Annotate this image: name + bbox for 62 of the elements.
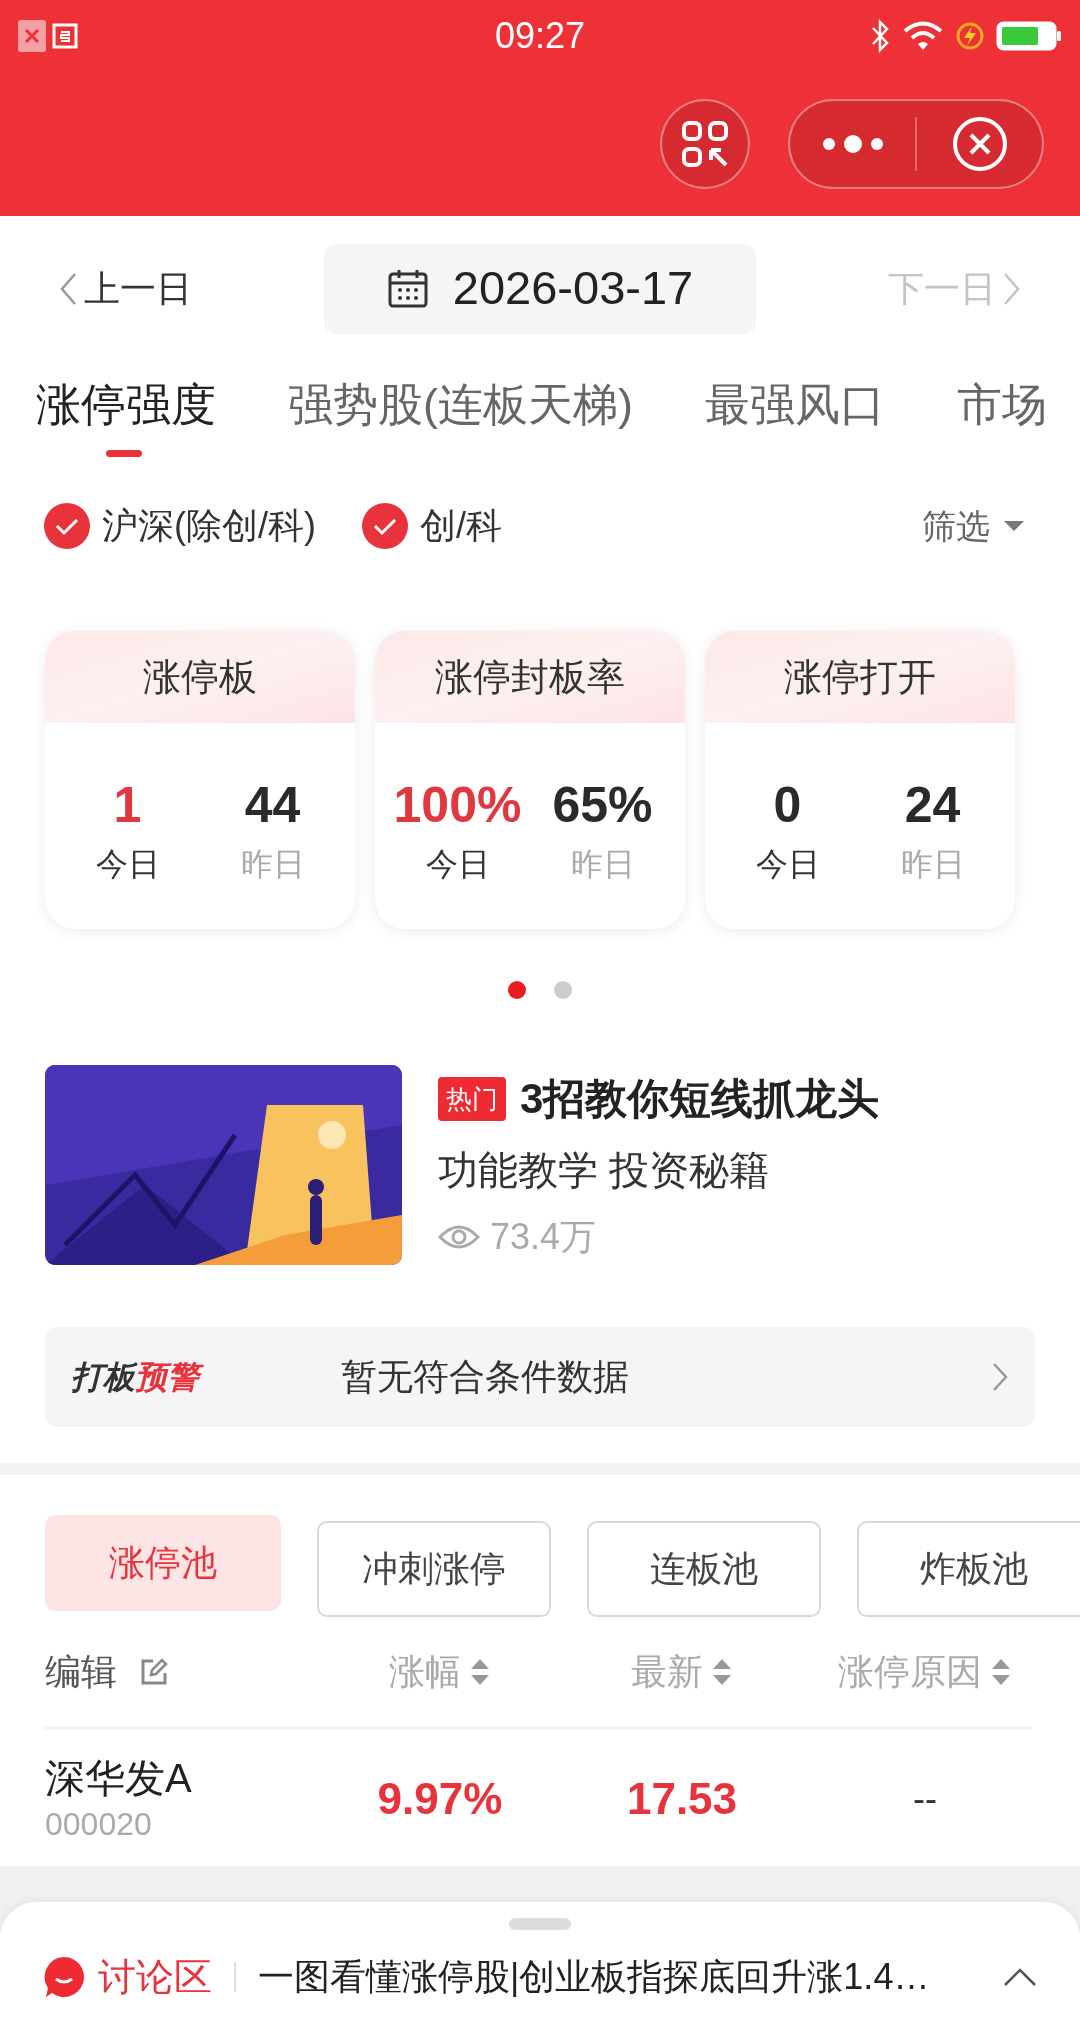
eye-icon: [438, 1223, 480, 1251]
filter-checkbox[interactable]: 创/科: [362, 499, 502, 553]
drag-handle[interactable]: [509, 1918, 571, 1930]
pool-tab[interactable]: 涨停池: [45, 1515, 281, 1611]
stock-code: 000020: [45, 1805, 153, 1844]
stat-value: 100%: [393, 776, 522, 835]
pool-tab[interactable]: 连板池: [587, 1521, 821, 1617]
tab[interactable]: 市场: [957, 377, 1047, 457]
stat-value: 65%: [552, 776, 653, 835]
scan-icon: [681, 120, 729, 168]
article-title: 3招教你短线抓龙头: [520, 1074, 880, 1124]
article-card[interactable]: 热门 3招教你短线抓龙头 功能教学 投资秘籍 73.4万: [0, 1035, 1080, 1269]
tab[interactable]: 强势股(连板天梯): [288, 377, 633, 457]
app-notification-icon: [18, 20, 46, 52]
screenshot-icon: [50, 21, 80, 51]
change-cell-text: 9.97%: [376, 1773, 504, 1825]
charging-icon: [956, 22, 984, 50]
pool-tab[interactable]: 炸板池: [857, 1521, 1080, 1617]
stat-value: 44: [244, 776, 301, 835]
hot-tag: 热门: [438, 1076, 506, 1121]
price-cell-text: 17.53: [625, 1773, 739, 1825]
article-subtitle: 功能教学 投资秘籍: [438, 1147, 771, 1194]
filter-button[interactable]: 筛选: [922, 500, 1036, 552]
status-time: 09:27: [494, 14, 586, 58]
card-title: 涨停板: [143, 654, 257, 700]
alert-message: 暂无符合条件数据: [341, 1355, 630, 1399]
stock-name: 深华发A: [45, 1755, 193, 1802]
stat-value: 0: [773, 776, 802, 835]
chat-icon: [42, 1955, 86, 1999]
stat-label: 今日: [95, 845, 160, 884]
battery-icon: [996, 21, 1062, 51]
view-count: 73.4万: [490, 1215, 597, 1259]
bluetooth-icon: [870, 19, 890, 53]
filter-checkbox[interactable]: 沪深(除创/科): [44, 499, 316, 553]
stat-label: 昨日: [240, 845, 305, 884]
edit-icon: [139, 1657, 169, 1687]
discussion-button[interactable]: 讨论区: [42, 1948, 212, 2006]
stat-label: 今日: [755, 845, 820, 884]
wifi-icon: [902, 20, 944, 52]
alert-bar[interactable]: 打板预警 暂无符合条件数据: [45, 1327, 1035, 1427]
date-picker[interactable]: 2026-03-17: [324, 243, 756, 334]
edit-button[interactable]: 编辑: [45, 1645, 335, 1699]
prev-day-button[interactable]: 上一日: [58, 261, 192, 316]
stat-label: 昨日: [570, 845, 635, 884]
discussion-headline[interactable]: 一图看懂涨停股|创业板指探底回升涨1.4…: [258, 1950, 1002, 2004]
dropdown-icon: [1002, 519, 1026, 533]
pool-tab[interactable]: 冲刺涨停: [317, 1521, 551, 1617]
stat-value: 24: [904, 776, 961, 835]
tab[interactable]: 最强风口: [705, 377, 885, 457]
stat-label: 今日: [425, 845, 490, 884]
tab[interactable]: 涨停强度: [36, 377, 216, 457]
more-icon: [820, 134, 885, 154]
stat-label: 昨日: [900, 845, 965, 884]
card-title: 涨停封板率: [435, 654, 625, 700]
alert-logo: 打板预警: [71, 1353, 341, 1401]
calendar-icon: [386, 267, 429, 310]
card-title: 涨停打开: [784, 654, 936, 700]
stat-value: 1: [113, 776, 142, 835]
chevron-up-icon: [1002, 1966, 1038, 1988]
chevron-right-icon: [991, 1361, 1009, 1393]
close-icon: [951, 116, 1008, 172]
reason-cell-text: --: [912, 1777, 938, 1821]
